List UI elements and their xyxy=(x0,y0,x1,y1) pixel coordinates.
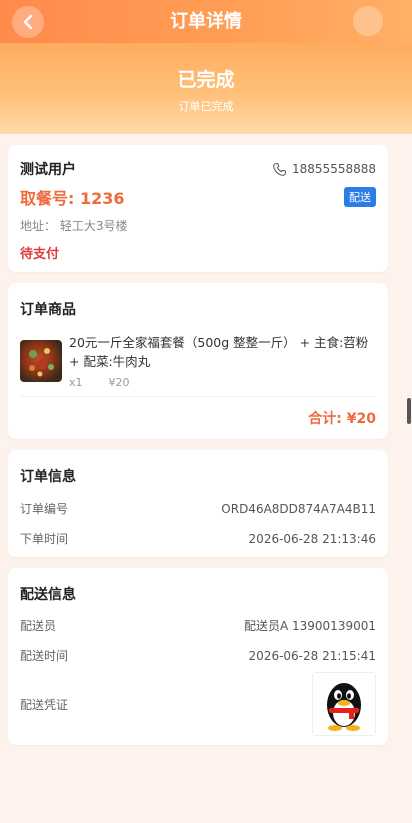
goods-card: 订单商品 20元一斤全家福套餐（500g 整整一斤） + 主食:苕粉 + 配菜:… xyxy=(8,283,388,439)
delivery-badge: 配送 xyxy=(344,187,376,207)
status-banner: 已完成 订单已完成 xyxy=(0,43,412,134)
goods-section-title: 订单商品 xyxy=(20,302,76,318)
delivery-info-title: 配送信息 xyxy=(20,587,76,603)
product-image xyxy=(20,340,62,382)
more-button[interactable] xyxy=(353,6,383,36)
order-info-card: 订单信息 订单编号 ORD46A8DD874A7A4B11 下单时间 2026-… xyxy=(8,450,388,557)
phone-icon xyxy=(273,162,286,176)
page-title: 订单详情 xyxy=(170,11,242,32)
product-price: ¥20 xyxy=(108,376,130,389)
product-item[interactable]: 20元一斤全家福套餐（500g 整整一斤） + 主食:苕粉 + 配菜:牛肉丸 x… xyxy=(20,333,376,389)
courier-value: 配送员A 13900139001 xyxy=(243,619,376,633)
delivery-address: 地址： 轻工大3号楼 xyxy=(20,219,128,233)
delivery-info-card: 配送信息 配送员 配送员A 13900139001 配送时间 2026-06-2… xyxy=(8,568,388,745)
order-number-label: 订单编号 xyxy=(20,502,69,516)
product-quantity: x1 xyxy=(69,376,83,389)
customer-phone: 18855558888 xyxy=(292,162,376,176)
pickup-number: 取餐号: 1236 xyxy=(20,189,125,208)
delivery-time-label: 配送时间 xyxy=(20,649,69,663)
payment-status: 待支付 xyxy=(20,247,60,262)
order-time-label: 下单时间 xyxy=(20,532,69,546)
delivery-proof-label: 配送凭证 xyxy=(20,697,69,712)
nav-bar: 订单详情 xyxy=(0,0,412,43)
divider xyxy=(20,396,376,397)
delivery-time-value: 2026-06-28 21:15:41 xyxy=(248,648,376,663)
order-time-value: 2026-06-28 21:13:46 xyxy=(248,531,376,546)
order-status-title: 已完成 xyxy=(177,69,235,91)
order-number-value: ORD46A8DD874A7A4B11 xyxy=(221,501,376,516)
customer-name: 测试用户 xyxy=(20,162,76,178)
scrollbar[interactable] xyxy=(407,398,411,424)
customer-card: 测试用户 18855558888 取餐号: 1236 配送 地址： 轻工大3号楼… xyxy=(8,145,388,272)
order-total: 合计: ¥20 xyxy=(308,411,376,427)
product-name: 20元一斤全家福套餐（500g 整整一斤） + 主食:苕粉 + 配菜:牛肉丸 xyxy=(69,335,369,369)
order-status-subtitle: 订单已完成 xyxy=(178,100,234,113)
phone-link[interactable]: 18855558888 xyxy=(272,162,376,177)
courier-label: 配送员 xyxy=(20,619,57,633)
penguin-icon xyxy=(327,683,361,731)
delivery-proof-image[interactable] xyxy=(312,672,376,736)
order-info-title: 订单信息 xyxy=(20,469,76,485)
